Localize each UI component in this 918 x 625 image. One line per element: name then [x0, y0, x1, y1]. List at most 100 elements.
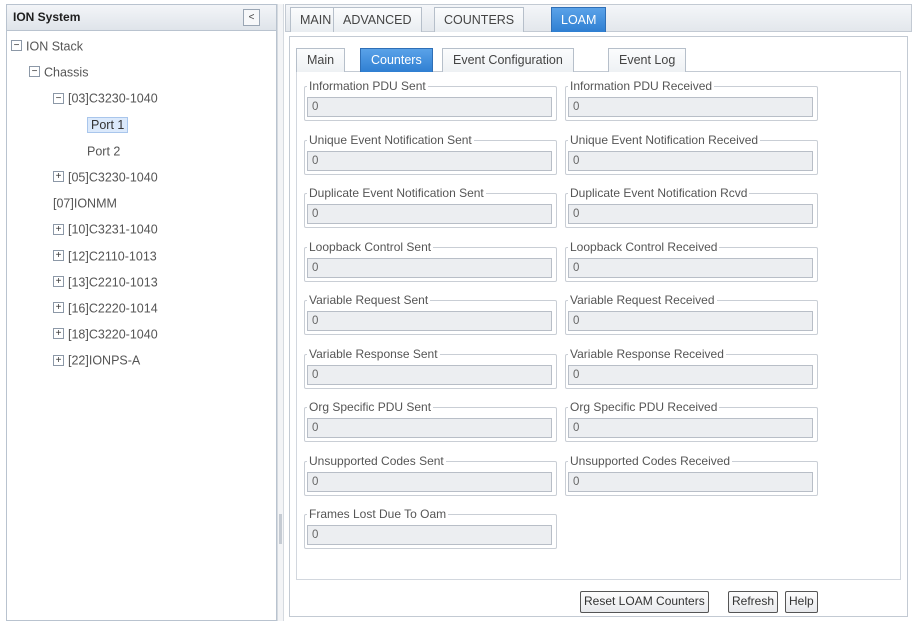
- counter-label: Unsupported Codes Sent: [307, 453, 446, 468]
- counter-value: 0: [568, 150, 813, 171]
- main-content-panel: MAIN ADVANCED COUNTERS LOAM Main Counters Eve…: [285, 4, 912, 621]
- subtab-event-configuration[interactable]: Event Configuration: [442, 48, 574, 72]
- tree-node-label[interactable]: [13]C2210-1013: [68, 276, 158, 290]
- counter-label: Frames Lost Due To Oam: [307, 507, 449, 521]
- tree-panel-header: ION System <: [7, 5, 276, 31]
- tree-node[interactable]: + [10]C3231-1040: [53, 220, 158, 238]
- tree-node[interactable]: + [18]C3220-1040: [53, 325, 158, 343]
- collapse-icon[interactable]: −: [29, 66, 40, 78]
- expand-icon[interactable]: +: [53, 249, 64, 261]
- tab-advanced[interactable]: ADVANCED: [333, 7, 422, 32]
- counter-value: 0: [307, 257, 552, 278]
- counter-field: Variable Response Sent 0: [304, 346, 557, 389]
- counter-label: Variable Request Received: [568, 293, 717, 307]
- tree-node-label[interactable]: Chassis: [44, 66, 88, 80]
- tree-node[interactable]: + [22]IONPS-A: [53, 351, 140, 369]
- counter-field: Loopback Control Received 0: [565, 239, 818, 282]
- counter-value: 0: [307, 97, 552, 117]
- counter-label: Loopback Control Received: [568, 239, 720, 254]
- panel-splitter[interactable]: [277, 4, 284, 621]
- counter-value: 0: [307, 471, 552, 492]
- counters-form: Information PDU Sent 0 Information PDU Rec…: [296, 72, 901, 580]
- counter-field: Unsupported Codes Sent 0: [304, 453, 557, 496]
- tree-node[interactable]: + [13]C2210-1013: [53, 273, 158, 291]
- expand-icon[interactable]: +: [53, 354, 64, 366]
- collapse-panel-button[interactable]: <: [243, 9, 260, 26]
- tree-node[interactable]: + [16]C2220-1014: [53, 299, 158, 317]
- counter-value: 0: [307, 418, 552, 438]
- counter-label: Unique Event Notification Sent: [307, 132, 474, 147]
- counter-label: Variable Request Sent: [307, 293, 431, 307]
- counter-value: 0: [568, 418, 813, 438]
- tree-node-label[interactable]: Port 1: [87, 117, 129, 134]
- sub-tab-bar: Main Counters Event Configuration Event Log: [296, 45, 901, 72]
- tree-node[interactable]: [07]IONMM: [53, 194, 117, 212]
- counter-value: 0: [568, 204, 813, 224]
- counter-label: Variable Response Sent: [307, 346, 440, 361]
- tree-panel-title: ION System: [13, 10, 81, 24]
- tab-content: Main Counters Event Configuration Event Log…: [289, 36, 908, 617]
- action-bar: Reset LOAM Counters Refresh Help: [296, 585, 901, 613]
- expand-icon[interactable]: +: [53, 171, 64, 183]
- splitter-handle[interactable]: [279, 514, 282, 544]
- help-button[interactable]: Help: [785, 591, 818, 613]
- tree-node-label[interactable]: [12]C2110-1013: [68, 249, 157, 263]
- subtab-event-log[interactable]: Event Log: [608, 48, 687, 72]
- tree-node[interactable]: + [12]C2110-1013: [53, 247, 157, 265]
- collapse-icon[interactable]: −: [11, 40, 22, 52]
- counter-value: 0: [307, 364, 552, 385]
- counter-field: Org Specific PDU Received 0: [565, 400, 818, 442]
- expand-icon[interactable]: +: [53, 328, 64, 340]
- tree-node-label[interactable]: [10]C3231-1040: [68, 223, 158, 237]
- counter-label: Unsupported Codes Received: [568, 453, 733, 468]
- counter-label: Org Specific PDU Sent: [307, 400, 434, 414]
- counter-label: Variable Response Received: [568, 346, 726, 361]
- tab-loam[interactable]: LOAM: [551, 7, 607, 32]
- counter-label: Unique Event Notification Received: [568, 132, 761, 147]
- counter-field: Variable Request Received 0: [565, 293, 818, 335]
- counter-field: Duplicate Event Notification Sent 0: [304, 186, 557, 228]
- counter-field: Org Specific PDU Sent 0: [304, 400, 557, 442]
- expand-icon[interactable]: +: [53, 276, 64, 287]
- counter-label: Information PDU Received: [568, 79, 715, 93]
- counter-field: Loopback Control Sent 0: [304, 239, 557, 282]
- expand-icon[interactable]: +: [53, 302, 64, 314]
- subtab-main[interactable]: Main: [296, 48, 346, 72]
- tree-node-label[interactable]: ION Stack: [26, 40, 83, 54]
- tree-node[interactable]: + [05]C3230-1040: [53, 168, 158, 186]
- counter-value: 0: [307, 311, 552, 331]
- main-tab-bar: MAIN ADVANCED COUNTERS LOAM: [285, 4, 912, 32]
- tree-node[interactable]: − Chassis: [29, 63, 88, 81]
- tree-node[interactable]: Port 2: [87, 142, 120, 160]
- counter-field: Duplicate Event Notification Rcvd 0: [565, 186, 818, 228]
- tab-counters[interactable]: COUNTERS: [434, 7, 525, 32]
- counter-field: Unsupported Codes Received 0: [565, 453, 818, 496]
- counter-value: 0: [307, 150, 552, 171]
- tree-node[interactable]: − ION Stack: [11, 37, 83, 55]
- tree-node-label[interactable]: [16]C2220-1014: [68, 302, 158, 316]
- expand-icon[interactable]: +: [53, 223, 64, 235]
- refresh-button[interactable]: Refresh: [728, 591, 779, 613]
- tree-node-label[interactable]: [18]C3220-1040: [68, 328, 158, 342]
- collapse-icon[interactable]: −: [53, 92, 64, 104]
- navigation-tree-panel: ION System < − ION Stack − Chassis − [03]C323…: [6, 4, 277, 621]
- reset-loam-counters-button[interactable]: Reset LOAM Counters: [580, 591, 709, 613]
- counter-field: Frames Lost Due To Oam 0: [304, 507, 557, 549]
- counter-label: Org Specific PDU Received: [568, 400, 720, 414]
- counter-field: Unique Event Notification Received 0: [565, 132, 818, 175]
- counter-label: Duplicate Event Notification Sent: [307, 186, 486, 200]
- counter-label: Information PDU Sent: [307, 79, 428, 93]
- tree-node[interactable]: Port 1: [87, 116, 129, 134]
- tree-node-label[interactable]: [05]C3230-1040: [68, 171, 158, 185]
- counter-field: Information PDU Received 0: [565, 79, 818, 121]
- tree-node-label[interactable]: [22]IONPS-A: [68, 354, 140, 368]
- tree-node-label[interactable]: [07]IONMM: [53, 197, 117, 211]
- tree-node-label[interactable]: [03]C3230-1040: [68, 92, 158, 106]
- tree-node-label[interactable]: Port 2: [87, 145, 120, 159]
- tree-node[interactable]: − [03]C3230-1040: [53, 89, 158, 107]
- counter-label: Loopback Control Sent: [307, 239, 434, 254]
- counter-field: Variable Response Received 0: [565, 346, 818, 389]
- counter-value: 0: [568, 257, 813, 278]
- subtab-counters[interactable]: Counters: [360, 48, 433, 72]
- counter-value: 0: [307, 204, 552, 224]
